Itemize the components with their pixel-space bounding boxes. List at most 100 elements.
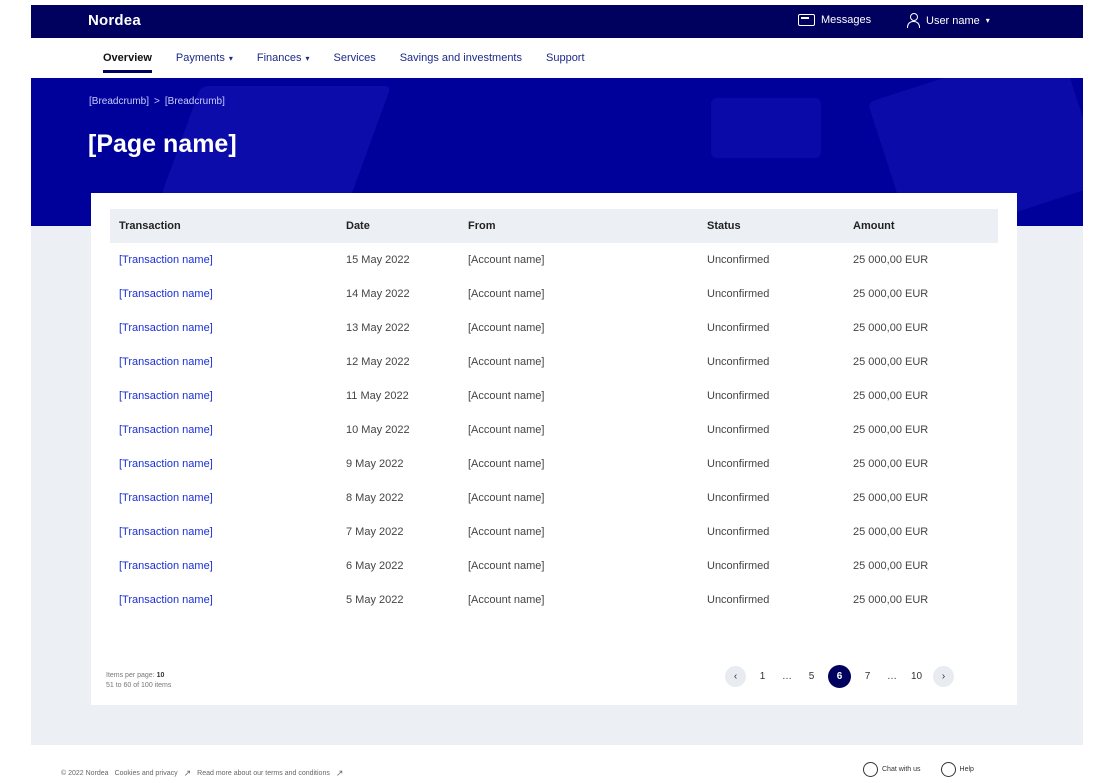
pagination-ellipsis: …: [887, 671, 897, 682]
amount-cell: 25 000,00 EUR: [853, 390, 929, 402]
nav-item-label: Finances: [256, 52, 302, 64]
table-row[interactable]: [Transaction name] 10 May 2022 [Account na…: [110, 413, 998, 447]
table-row[interactable]: [Transaction name] 9 May 2022 [Account nam…: [110, 447, 998, 481]
from-cell: [Account name]: [468, 254, 545, 266]
table-row[interactable]: [Transaction name] 5 May 2022 [Account nam…: [110, 583, 998, 617]
transaction-link[interactable]: [Transaction name]: [110, 254, 346, 266]
from-cell: [Account name]: [468, 526, 545, 538]
copyright: © 2022 Nordea: [61, 770, 109, 777]
chat-button[interactable]: Chat with us: [863, 762, 921, 777]
nav-item-label: Overview: [103, 52, 152, 64]
table-body: [Transaction name] 15 May 2022 [Account na…: [110, 243, 998, 617]
date-cell: 7 May 2022: [346, 526, 404, 538]
status-cell: Unconfirmed: [707, 458, 770, 470]
transaction-link[interactable]: [Transaction name]: [110, 288, 346, 300]
date-cell: 8 May 2022: [346, 492, 404, 504]
page-title: [Page name]: [88, 130, 237, 158]
terms-link[interactable]: Read more about our terms and conditions: [197, 770, 330, 777]
nav-item-label: Support: [546, 52, 585, 64]
amount-cell: 25 000,00 EUR: [853, 322, 929, 334]
table-row[interactable]: [Transaction name] 12 May 2022 [Account na…: [110, 345, 998, 379]
breadcrumb-current[interactable]: [Breadcrumb]: [165, 96, 225, 107]
status-cell: Unconfirmed: [707, 526, 770, 538]
breadcrumb: [Breadcrumb] > [Breadcrumb]: [89, 96, 225, 107]
messages-button[interactable]: Messages: [798, 14, 871, 26]
column-header-status[interactable]: Status: [707, 220, 853, 232]
column-header-amount[interactable]: Amount: [853, 220, 998, 232]
chat-icon: [863, 762, 878, 777]
breadcrumb-link[interactable]: [Breadcrumb]: [89, 96, 149, 107]
items-per-page: Items per page: 10 51 to 60 of 100 items: [106, 671, 171, 691]
previous-page-button[interactable]: ‹: [725, 666, 746, 687]
date-cell: 10 May 2022: [346, 424, 410, 436]
status-cell: Unconfirmed: [707, 390, 770, 402]
from-cell: [Account name]: [468, 288, 545, 300]
user-name-label: User name: [926, 14, 980, 27]
column-header-date[interactable]: Date: [346, 220, 468, 232]
from-cell: [Account name]: [468, 594, 545, 606]
table-row[interactable]: [Transaction name] 15 May 2022 [Account na…: [110, 243, 998, 277]
chat-label: Chat with us: [882, 766, 921, 773]
next-page-button[interactable]: ›: [933, 666, 954, 687]
date-cell: 13 May 2022: [346, 322, 410, 334]
transaction-link[interactable]: [Transaction name]: [110, 560, 346, 572]
transaction-link[interactable]: [Transaction name]: [110, 526, 346, 538]
nav-item-savings-and-investments[interactable]: Savings and investments: [400, 38, 522, 78]
status-cell: Unconfirmed: [707, 288, 770, 300]
nav-item-payments[interactable]: Payments ▾: [176, 38, 233, 78]
pagination: ‹ 1 … 5 6 7 … 10 ›: [725, 665, 954, 688]
page-button[interactable]: 1: [752, 666, 773, 687]
table-header: Transaction Date From Status Amount: [110, 209, 998, 243]
cookies-link[interactable]: Cookies and privacy: [115, 770, 178, 777]
table-row[interactable]: [Transaction name] 8 May 2022 [Account nam…: [110, 481, 998, 515]
amount-cell: 25 000,00 EUR: [853, 560, 929, 572]
footer: © 2022 Nordea Cookies and privacy ↗ Read…: [31, 745, 1083, 783]
external-link-icon: ↗: [183, 768, 192, 778]
help-button[interactable]: Help: [940, 762, 974, 777]
help-label: Help: [959, 766, 974, 773]
table-row[interactable]: [Transaction name] 14 May 2022 [Account na…: [110, 277, 998, 311]
messages-label: Messages: [821, 14, 872, 26]
nav-item-label: Services: [333, 52, 376, 64]
transaction-link[interactable]: [Transaction name]: [110, 594, 346, 606]
chevron-down-icon: ▾: [985, 16, 990, 25]
page-button[interactable]: 7: [857, 666, 878, 687]
from-cell: [Account name]: [468, 390, 545, 402]
current-page-button[interactable]: 6: [828, 665, 851, 688]
date-cell: 15 May 2022: [346, 254, 410, 266]
transactions-table: Transaction Date From Status Amount [Tra…: [110, 209, 998, 617]
date-cell: 12 May 2022: [346, 356, 410, 368]
table-row[interactable]: [Transaction name] 7 May 2022 [Account nam…: [110, 515, 998, 549]
nav-item-services[interactable]: Services: [334, 38, 376, 78]
transaction-link[interactable]: [Transaction name]: [110, 424, 346, 436]
nav-item-support[interactable]: Support: [546, 38, 585, 78]
items-per-page-select[interactable]: 10: [157, 672, 165, 679]
column-header-from[interactable]: From: [468, 220, 707, 232]
status-cell: Unconfirmed: [707, 356, 770, 368]
page-button[interactable]: 5: [801, 666, 822, 687]
transaction-link[interactable]: [Transaction name]: [110, 492, 346, 504]
nav-item-label: Savings and investments: [399, 52, 522, 64]
app-frame: Nordea Messages User name ▾ Overview Paym…: [31, 5, 1083, 783]
transaction-link[interactable]: [Transaction name]: [110, 390, 346, 402]
top-bar: Nordea Messages User name ▾: [31, 5, 1083, 38]
from-cell: [Account name]: [468, 356, 545, 368]
chevron-down-icon: ▾: [305, 53, 310, 63]
page-button[interactable]: 10: [906, 666, 927, 687]
status-cell: Unconfirmed: [707, 594, 770, 606]
help-icon: [940, 762, 956, 777]
table-row[interactable]: [Transaction name] 13 May 2022 [Account na…: [110, 311, 998, 345]
table-row[interactable]: [Transaction name] 11 May 2022 [Account na…: [110, 379, 998, 413]
nav-item-finances[interactable]: Finances ▾: [257, 38, 310, 78]
nav-list: Overview Payments ▾ Finances ▾ Services Saving…: [103, 38, 585, 78]
date-cell: 9 May 2022: [346, 458, 404, 470]
nav-item-overview[interactable]: Overview: [103, 38, 152, 78]
column-header-transaction[interactable]: Transaction: [110, 220, 346, 232]
table-row[interactable]: [Transaction name] 6 May 2022 [Account nam…: [110, 549, 998, 583]
nordea-logo[interactable]: Nordea: [88, 12, 141, 29]
transactions-card: Transaction Date From Status Amount [Tra…: [91, 193, 1017, 705]
transaction-link[interactable]: [Transaction name]: [110, 356, 346, 368]
transaction-link[interactable]: [Transaction name]: [110, 322, 346, 334]
user-menu-button[interactable]: User name ▾: [907, 13, 990, 28]
transaction-link[interactable]: [Transaction name]: [110, 458, 346, 470]
